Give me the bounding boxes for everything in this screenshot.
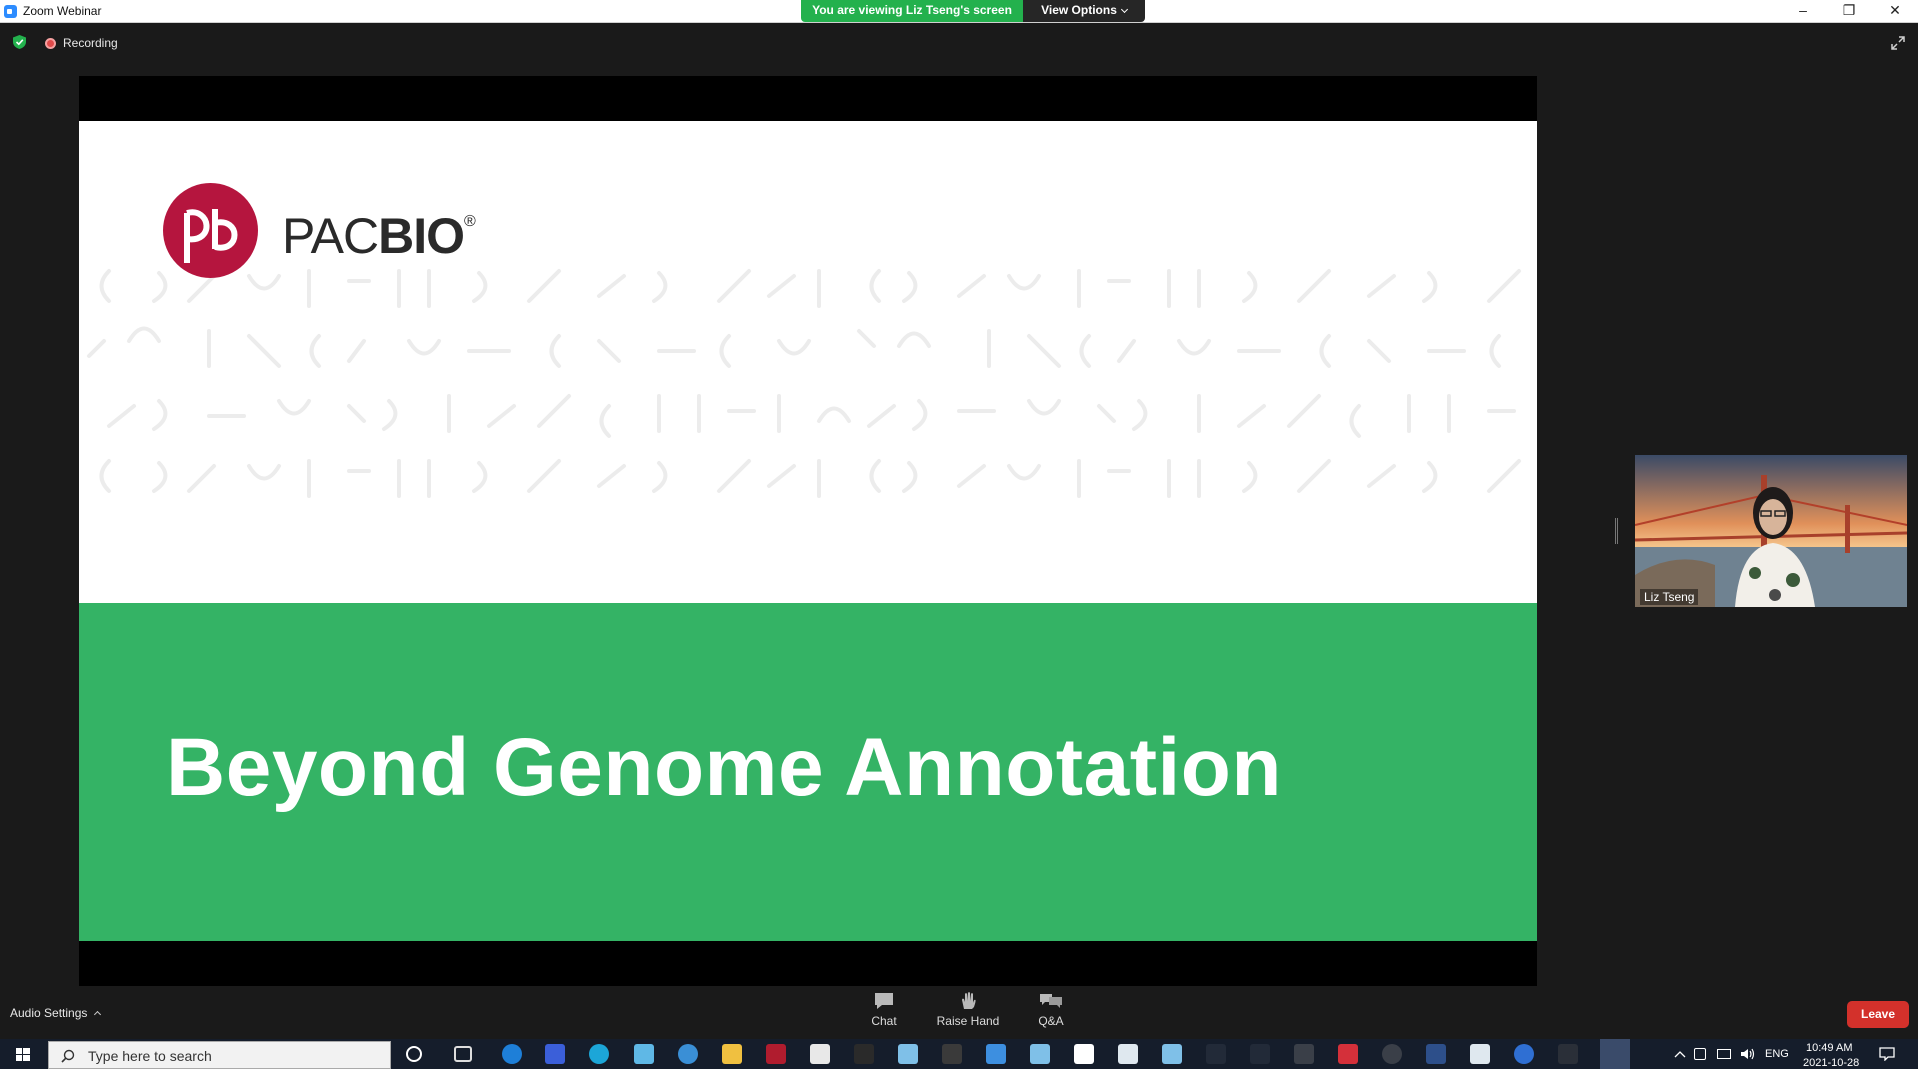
task-view-icon[interactable] [454, 1046, 472, 1062]
ie-app-icon-4[interactable] [1162, 1044, 1182, 1064]
close-button[interactable]: ✕ [1872, 0, 1918, 22]
meet-now-icon[interactable] [1694, 1048, 1706, 1060]
app-red-icon[interactable] [810, 1044, 830, 1064]
shared-screen: PACBIO® Beyond Genome Annotation [79, 76, 1537, 986]
qa-button[interactable]: Q&A [1016, 991, 1086, 1035]
title-bar: Zoom Webinar You are viewing Liz Tseng's… [0, 0, 1918, 23]
participant-name: Liz Tseng [1640, 589, 1699, 605]
brand-name-bio: BIO [378, 208, 465, 264]
panel-splitter-handle[interactable] [1615, 518, 1618, 544]
ie-app-icon-3[interactable] [1030, 1044, 1050, 1064]
globe-app-icon[interactable] [678, 1044, 698, 1064]
raise-hand-icon [962, 992, 976, 1009]
audio-settings-label: Audio Settings [10, 1006, 88, 1020]
network-icon[interactable] [1717, 1049, 1731, 1059]
ie-legacy-icon[interactable] [634, 1044, 654, 1064]
search-placeholder: Type here to search [88, 1048, 212, 1064]
shield-app-icon[interactable] [1426, 1044, 1446, 1064]
view-options-button[interactable]: View Options [1023, 0, 1145, 22]
view-options-label: View Options [1041, 3, 1117, 17]
slide-background-pattern [87, 269, 1521, 498]
slide-title: Beyond Genome Annotation [166, 722, 1282, 813]
ie-app-icon-2[interactable] [898, 1044, 918, 1064]
internet-explorer-icon[interactable] [502, 1044, 522, 1064]
word-w-icon[interactable] [1294, 1044, 1314, 1064]
chat-icon [875, 993, 893, 1009]
recording-label: Recording [63, 36, 118, 50]
cortana-icon[interactable] [406, 1046, 422, 1062]
zoom-taskbar-icon[interactable] [1600, 1039, 1630, 1069]
windows-taskbar: Type here to search ENG 10:49 AM 2021-10… [0, 1039, 1918, 1069]
zoom-app-icon [4, 5, 17, 18]
chevron-up-icon [94, 1010, 102, 1019]
app-n-icon[interactable] [766, 1044, 786, 1064]
participant-video-tile[interactable]: Liz Tseng [1635, 455, 1907, 607]
raise-hand-button[interactable]: Raise Hand [933, 991, 1003, 1035]
restore-button[interactable]: ❐ [1826, 0, 1872, 22]
wikipedia-app-icon[interactable] [1074, 1044, 1094, 1064]
brand-name-pac: PAC [282, 208, 379, 264]
acrobat-icon[interactable] [1338, 1044, 1358, 1064]
raise-hand-label: Raise Hand [936, 1014, 1000, 1028]
r-app-icon[interactable] [1514, 1044, 1534, 1064]
pacbio-logo-icon [163, 183, 258, 278]
qa-label: Q&A [1038, 1014, 1064, 1028]
windows-start-icon[interactable] [0, 1039, 46, 1069]
leave-button[interactable]: Leave [1847, 1001, 1909, 1028]
taskbar-search-box[interactable]: Type here to search [48, 1041, 391, 1069]
file-explorer-icon[interactable] [722, 1044, 742, 1064]
clock-date[interactable]: 2021-10-28 [1803, 1057, 1859, 1069]
window-title: Zoom Webinar [23, 4, 102, 18]
recording-dot-icon [45, 38, 56, 49]
slide-title-band: Beyond Genome Annotation [79, 603, 1537, 941]
github-icon[interactable] [1382, 1044, 1402, 1064]
brand-name: PACBIO® [282, 207, 476, 265]
screen-share-banner: You are viewing Liz Tseng's screen [801, 0, 1023, 22]
qa-icon [1040, 994, 1062, 1008]
notes-app-icon[interactable] [986, 1044, 1006, 1064]
search-icon [61, 1049, 75, 1063]
chat-label: Chat [871, 1014, 897, 1028]
edge-browser-icon[interactable] [589, 1044, 609, 1064]
stack-app-icon-2[interactable] [1470, 1044, 1490, 1064]
dark-app-icon-3[interactable] [1558, 1044, 1578, 1064]
chevron-down-icon [1120, 5, 1128, 14]
input-language[interactable]: ENG [1765, 1048, 1789, 1060]
audio-settings-button[interactable]: Audio Settings [10, 1006, 102, 1020]
stack-app-icon[interactable] [1118, 1044, 1138, 1064]
minimize-button[interactable]: – [1780, 0, 1826, 22]
chat-button[interactable]: Chat [849, 991, 919, 1035]
fullscreen-icon[interactable] [1890, 35, 1906, 51]
notifications-icon[interactable] [1879, 1047, 1895, 1061]
graduation-app-icon[interactable] [854, 1044, 874, 1064]
security-shield-icon[interactable] [13, 35, 26, 49]
cu-app-icon[interactable] [942, 1044, 962, 1064]
clock-time[interactable]: 10:49 AM [1806, 1042, 1852, 1054]
dark-app-icon-1[interactable] [1206, 1044, 1226, 1064]
registered-mark: ® [464, 213, 476, 230]
volume-icon[interactable] [1740, 1047, 1756, 1061]
video-feed [1635, 455, 1907, 607]
slide-header-area: PACBIO® [79, 121, 1537, 603]
dark-app-icon-2[interactable] [1250, 1044, 1270, 1064]
meeting-area: Recording PACBIO® Beyond Genome Annotati… [0, 23, 1918, 1039]
chevron-up-icon[interactable] [1674, 1049, 1686, 1059]
calendar-app-icon[interactable] [545, 1044, 565, 1064]
